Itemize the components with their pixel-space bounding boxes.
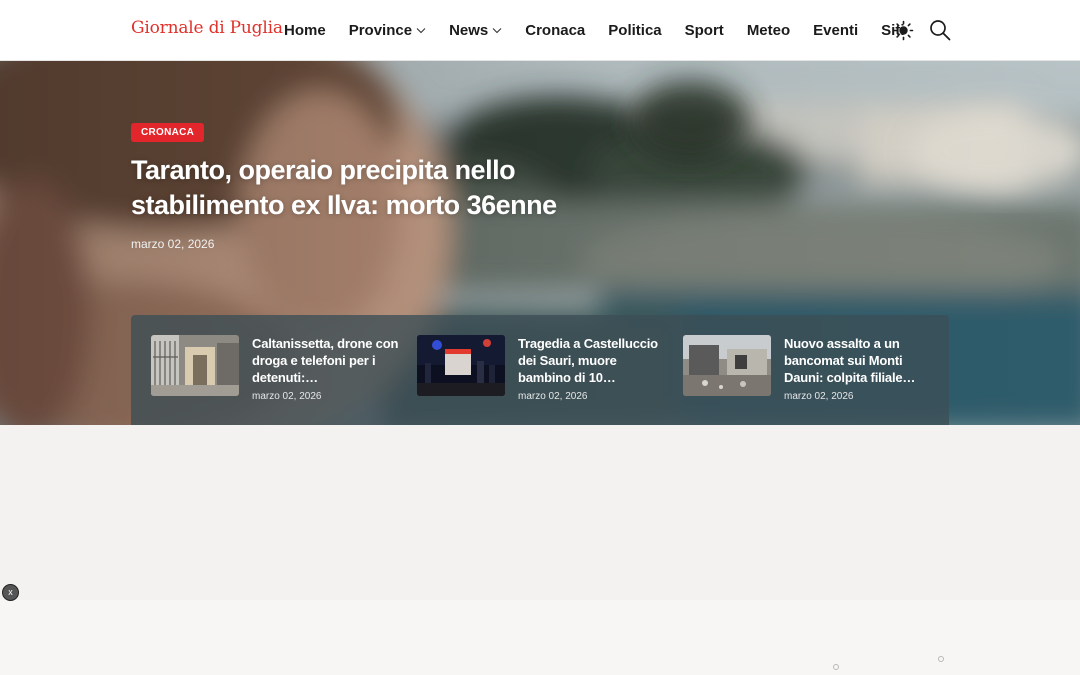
chevron-down-icon	[416, 27, 426, 34]
article-thumbnail[interactable]	[683, 335, 771, 396]
related-articles-panel: Caltanissetta, drone con droga e telefon…	[131, 315, 949, 425]
related-article-date: marzo 02, 2026	[518, 391, 588, 402]
nav-item-province[interactable]: Province	[349, 22, 426, 39]
nav-label: Province	[348, 22, 413, 39]
ad-indicator-dot	[833, 664, 839, 670]
close-ad-button[interactable]: x	[2, 584, 19, 601]
article-thumbnail[interactable]	[151, 335, 239, 396]
related-article-date: marzo 02, 2026	[252, 391, 322, 402]
nav-item-politica[interactable]: Politica	[608, 22, 661, 39]
category-badge[interactable]: CRONACA	[131, 123, 205, 142]
hero-title[interactable]: Taranto, operaio precipita nello stabili…	[131, 153, 631, 223]
chevron-down-icon	[492, 27, 502, 34]
related-article-title[interactable]: Nuovo assalto a un bancomat sui Monti Da…	[784, 335, 934, 386]
related-article[interactable]: Nuovo assalto a un bancomat sui Monti Da…	[683, 335, 933, 405]
nav-item-home[interactable]: Home	[284, 22, 326, 39]
related-article[interactable]: Tragedia a Castelluccio dei Sauri, muore…	[417, 335, 667, 405]
ad-area	[0, 600, 1080, 675]
nav-label: Eventi	[813, 22, 859, 39]
main-nav: Home Province News Cronaca Politica Spor…	[284, 0, 905, 61]
site-logo[interactable]: Giornale di Puglia	[131, 18, 283, 38]
nav-label: Meteo	[746, 22, 791, 39]
nav-item-news[interactable]: News	[449, 22, 502, 39]
nav-label: Home	[284, 22, 326, 39]
nav-item-meteo[interactable]: Meteo	[747, 22, 790, 39]
related-article-title[interactable]: Tragedia a Castelluccio dei Sauri, muore…	[518, 335, 668, 386]
nav-label: News	[449, 22, 489, 39]
related-article-date: marzo 02, 2026	[784, 391, 854, 402]
nav-item-sport[interactable]: Sport	[685, 22, 724, 39]
sun-icon[interactable]	[893, 20, 914, 41]
site-header: Giornale di Puglia Home Province News Cr…	[0, 0, 1080, 61]
hero-section: CRONACA Taranto, operaio precipita nello…	[0, 61, 1080, 425]
search-icon[interactable]	[929, 19, 951, 41]
related-article[interactable]: Caltanissetta, drone con droga e telefon…	[151, 335, 401, 405]
ad-indicator-dot	[938, 656, 944, 662]
nav-item-eventi[interactable]: Eventi	[813, 22, 858, 39]
related-article-title[interactable]: Caltanissetta, drone con droga e telefon…	[252, 335, 402, 386]
nav-item-cronaca[interactable]: Cronaca	[525, 22, 585, 39]
nav-label: Politica	[608, 22, 662, 39]
nav-label: Sport	[684, 22, 724, 39]
nav-label: Cronaca	[525, 22, 586, 39]
hero-date: marzo 02, 2026	[131, 237, 215, 251]
article-thumbnail[interactable]	[417, 335, 505, 396]
